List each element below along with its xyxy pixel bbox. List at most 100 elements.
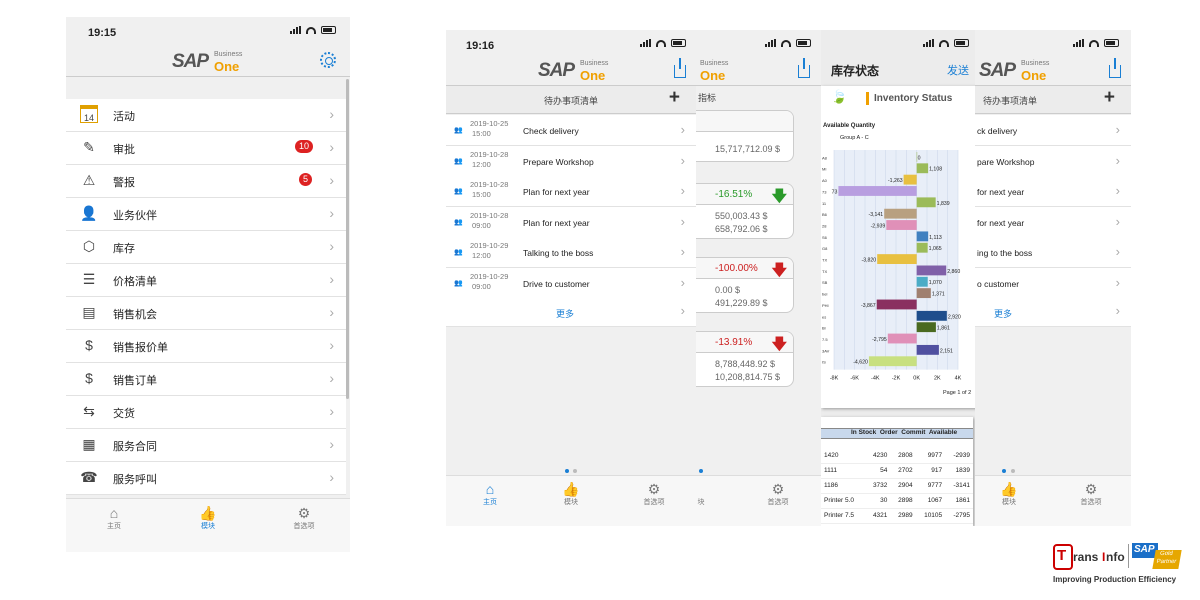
kpi-card[interactable]: -100.00% 🡇 0.00 $ 491,229.89 $ (696, 257, 794, 313)
todo-item[interactable]: 👥 2019-10-28 12:00 Prepare Workshop › (446, 145, 696, 177)
kpi-cards: -16.51% 🡇 550,003.43 $658,792.06 $ -100.00%… (696, 183, 821, 393)
chevron-right-icon: › (1115, 274, 1120, 290)
tab-preferences[interactable]: ⚙ 首选项 (1071, 481, 1111, 507)
tab-home[interactable]: ⌂ 主页 (96, 505, 132, 531)
send-button[interactable]: 发送 (947, 62, 969, 78)
tab-modules[interactable]: 👍 模块 (190, 505, 226, 531)
bar-value-label: -2,939 (871, 223, 886, 229)
todo-item[interactable]: for next year › (975, 206, 1131, 238)
todo-item[interactable]: 👥 2019-10-29 09:00 Drive to customer › (446, 267, 696, 299)
share-icon[interactable] (674, 58, 686, 78)
page-dot[interactable] (573, 469, 577, 473)
menu-item[interactable]: ✎ 审批 10 › (66, 132, 346, 165)
tab-home[interactable]: ⌂ 主页 (472, 481, 508, 507)
category-label: es (822, 314, 826, 319)
page-dot-active[interactable] (1002, 469, 1006, 473)
more-row[interactable]: 更多 › (446, 297, 696, 327)
bar (886, 220, 917, 230)
sap-logo: SAP Business One (172, 51, 242, 74)
bar (916, 288, 931, 299)
add-icon[interactable]: + (1104, 87, 1115, 109)
gear-icon: ⚙ (647, 481, 661, 497)
todo-item[interactable]: 👥 2019-10-29 12:00 Talking to the boss › (446, 237, 696, 268)
table-cell: 9777 (927, 482, 943, 489)
todo-list: ck delivery › pare Workshop › for next year ›… (975, 115, 1131, 305)
sap-logo: SAP Business One (538, 60, 608, 83)
table-cell: 1067 (927, 497, 943, 504)
category-label: Bl (822, 326, 826, 331)
menu-item[interactable]: 14 活动 › (66, 99, 346, 132)
kpi-value-previous: 658,792.06 $ (715, 224, 768, 234)
logo-business: Business (580, 60, 609, 67)
order-icon: $ (85, 370, 93, 386)
kpi-card[interactable]: -16.51% 🡇 550,003.43 $ 658,792.06 $ (696, 183, 794, 239)
tab-preferences[interactable]: ⚙ 首选项 (284, 505, 324, 531)
tab-bar: ⌂ 主页 👍 模块 ⚙ 首选项 (66, 498, 350, 552)
tab-preferences[interactable]: ⚙ 首选项 (758, 481, 798, 507)
kpi-card-top (696, 111, 793, 132)
kpi-card[interactable]: -13.91% 🡇 8,788,448.92 $ 10,208,814.75 $ (696, 331, 794, 387)
logo-business: Business (1021, 60, 1050, 67)
logo-i: I (1102, 550, 1106, 564)
chevron-right-icon: › (329, 469, 334, 485)
logo-one: One (1021, 68, 1047, 83)
todo-item[interactable]: o customer › (975, 267, 1131, 299)
kpi-card-total[interactable]: 15,717,712.09 $ (696, 110, 794, 162)
menu-item[interactable]: ☎ 服务呼叫 › (66, 462, 346, 495)
menu-item[interactable]: ☰ 价格清单 › (66, 264, 346, 297)
page-dot[interactable] (1011, 469, 1015, 473)
menu-item[interactable]: ⬡ 库存 › (66, 231, 346, 264)
tab-modules[interactable]: 👍 模块 (991, 481, 1027, 507)
bar (903, 174, 917, 185)
todo-item[interactable]: 👥 2019-10-25 15:00 Check delivery › (446, 115, 696, 146)
todo-item[interactable]: pare Workshop › (975, 145, 1131, 177)
more-link[interactable]: 更多 (994, 307, 1012, 320)
people-icon: 👥 (454, 127, 463, 134)
table-cell: 10105 (924, 512, 943, 519)
menu-item[interactable]: ⇆ 交货 › (66, 396, 346, 429)
bar-value-label: -3,141 (868, 212, 883, 218)
category-label: B6 (822, 212, 828, 217)
menu-item[interactable]: ⚠ 警报 5 › (66, 165, 346, 198)
todo-item[interactable]: 👥 2019-10-28 09:00 Plan for next year › (446, 206, 696, 238)
scrollbar[interactable] (346, 79, 349, 399)
table-cell: 30 (880, 497, 888, 504)
tab-modules[interactable]: 👍 模块 (553, 481, 589, 507)
chevron-right-icon: › (680, 152, 685, 168)
todo-item[interactable]: 👥 2019-10-28 15:00 Plan for next year › (446, 176, 696, 207)
page-dot-active[interactable] (565, 469, 569, 473)
report-group: Group A - C (840, 135, 869, 141)
todo-item[interactable]: for next year › (975, 176, 1131, 207)
share-icon[interactable] (1109, 58, 1121, 78)
todo-item[interactable]: ing to the boss › (975, 237, 1131, 268)
todo-item[interactable]: ck delivery › (975, 115, 1131, 146)
category-label: 73 (822, 189, 827, 194)
status-bar (821, 30, 975, 52)
bar-value-label: 1,371 (932, 292, 945, 298)
bar-value-label: -1,263 (888, 178, 903, 184)
todo-date: 2019-10-25 (470, 119, 509, 128)
gold-text: Gold (1159, 551, 1174, 557)
table-row: 1186 3732 2904 9777 -3141 (821, 478, 973, 493)
page-dot-active[interactable] (699, 469, 703, 473)
menu-item[interactable]: $ 销售报价单 › (66, 330, 346, 363)
todo-text: for next year (977, 187, 1025, 197)
report-page: 🍃 Inventory Status Available Quantity Gr… (821, 86, 975, 408)
more-row[interactable]: 更多 › (975, 297, 1131, 327)
bar (916, 344, 939, 355)
menu-item[interactable]: ▦ 服务合同 › (66, 429, 346, 462)
x-tick-label: 0K (913, 376, 920, 382)
logo-sap: SAP (538, 60, 575, 81)
tab-modules[interactable]: 👍块 (696, 481, 714, 507)
share-icon[interactable] (798, 58, 810, 78)
menu-item[interactable]: 👤 业务伙伴 › (66, 198, 346, 231)
todo-date: 2019-10-28 (470, 149, 509, 159)
more-link[interactable]: 更多 (556, 307, 574, 320)
tab-preferences[interactable]: ⚙ 首选项 (634, 481, 674, 507)
menu-item[interactable]: $ 销售订单 › (66, 363, 346, 396)
menu-item[interactable]: ▤ 销售机会 › (66, 297, 346, 330)
chevron-right-icon: › (1115, 213, 1120, 229)
add-icon[interactable]: + (669, 87, 680, 109)
settings-gear-icon[interactable] (320, 52, 336, 68)
chevron-right-icon: › (329, 436, 334, 452)
